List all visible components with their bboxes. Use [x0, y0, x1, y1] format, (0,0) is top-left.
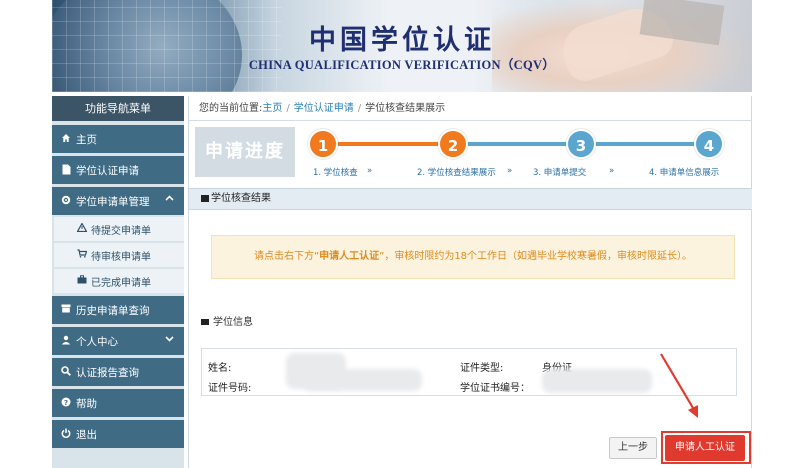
- sidebar-item-application-management[interactable]: 学位申请单管理: [52, 187, 184, 215]
- degree-info-title: 学位信息: [201, 313, 253, 328]
- breadcrumb-home-link[interactable]: 主页: [262, 103, 282, 114]
- result-section-header: 学位核查结果: [189, 188, 752, 210]
- sidebar-item-label: 个人中心: [76, 335, 118, 348]
- step-arrow: »: [367, 166, 373, 176]
- site-title: 中国学位认证: [309, 25, 495, 56]
- briefcase-icon: [76, 275, 88, 287]
- progress-title: 申请进度: [195, 127, 295, 177]
- comment-icon: [201, 195, 209, 202]
- degree-info-table: 姓名: 证件号码: 证件类型: 身份证 学位证书编号：: [201, 348, 737, 396]
- video-icon: [201, 319, 209, 325]
- id-type-label: 证件类型:: [460, 363, 504, 374]
- site-subtitle: CHINA QUALIFICATION VERIFICATION（CQV）: [248, 58, 556, 72]
- breadcrumb-current: 学位核查结果展示: [365, 103, 446, 114]
- breadcrumb-apply-link[interactable]: 学位认证申请: [294, 103, 354, 114]
- breadcrumb: 您的当前位置:主页 / 学位认证申请 / 学位核查结果展示: [189, 96, 752, 121]
- chevron-down-icon: [165, 334, 174, 346]
- redacted-id-number: [302, 369, 422, 391]
- certificate-number-label: 学位证书编号：: [460, 383, 530, 394]
- sidebar-subitem-pending-review[interactable]: 待审核申请单: [54, 243, 184, 267]
- warning-icon: [76, 222, 88, 235]
- help-icon: ?: [60, 397, 72, 409]
- id-number-label: 证件号码:: [208, 383, 252, 394]
- sidebar-item-label: 学位申请单管理: [76, 195, 150, 208]
- step-2-circle: 2: [438, 129, 468, 159]
- step-3-circle: 3: [566, 129, 596, 159]
- breadcrumb-separator: /: [286, 103, 290, 114]
- home-icon: [60, 133, 72, 145]
- sidebar-subitem-completed[interactable]: 已完成申请单: [54, 269, 184, 293]
- sidebar-item-label: 待审核申请单: [91, 251, 151, 263]
- sidebar-item-report-query[interactable]: 认证报告查询: [52, 358, 184, 386]
- notice-text: ”，审核时限约为18个工作日（如遇毕业学校寒暑假，审核时限延长）。: [379, 251, 693, 262]
- step-1-label: 1. 学位核查: [313, 168, 358, 178]
- name-label: 姓名:: [208, 363, 232, 374]
- main-content: 您的当前位置:主页 / 学位认证申请 / 学位核查结果展示 申请进度 1 2 3 4 1…: [188, 96, 752, 468]
- document-icon: [60, 164, 72, 176]
- cart-icon: [76, 249, 88, 261]
- sidebar: 功能导航菜单 主页 学位认证申请 学位申请单管理 待提交申请单 待审核申请单 已…: [52, 96, 184, 468]
- sidebar-item-help[interactable]: ? 帮助: [52, 389, 184, 417]
- degree-info-title-text: 学位信息: [213, 317, 253, 328]
- power-icon: [60, 428, 72, 440]
- sidebar-item-label: 已完成申请单: [91, 277, 151, 289]
- step-4-circle: 4: [694, 129, 724, 159]
- sidebar-item-label: 学位认证申请: [76, 164, 139, 177]
- progress-line-done: [323, 142, 453, 146]
- sidebar-header: 功能导航菜单: [52, 96, 184, 121]
- step-1-circle: 1: [308, 129, 338, 159]
- previous-step-button[interactable]: 上一步: [609, 437, 657, 459]
- result-section-title: 学位核查结果: [211, 193, 271, 204]
- svg-text:?: ?: [64, 399, 68, 407]
- archive-icon: [60, 304, 72, 316]
- sidebar-item-label: 待提交申请单: [91, 225, 151, 237]
- notice-banner: 请点击右下方“申请人工认证”，审核时限约为18个工作日（如遇毕业学校寒暑假，审核…: [211, 235, 735, 279]
- sidebar-item-logout[interactable]: 退出: [52, 420, 184, 448]
- sidebar-item-label: 帮助: [76, 397, 97, 410]
- sidebar-item-label: 认证报告查询: [76, 366, 139, 379]
- step-3-label: 3. 申请单提交: [533, 168, 587, 178]
- step-arrow: »: [507, 166, 513, 176]
- notice-highlight: 申请人工认证: [319, 251, 380, 262]
- apply-manual-verification-button[interactable]: 申请人工认证: [665, 435, 745, 461]
- search-icon: [60, 366, 72, 378]
- sidebar-item-home[interactable]: 主页: [52, 125, 184, 153]
- progress-tracker: 申请进度 1 2 3 4 1. 学位核查 » 2. 学位核查结果展示 » 3. …: [189, 123, 752, 183]
- notice-text: 请点击右下方“: [253, 251, 320, 262]
- site-banner: 中国学位认证 CHINA QUALIFICATION VERIFICATION（…: [52, 0, 752, 92]
- sidebar-item-label: 历史申请单查询: [76, 304, 150, 317]
- step-2-label: 2. 学位核查结果展示: [417, 168, 496, 178]
- step-arrow: »: [609, 166, 615, 176]
- breadcrumb-prefix: 您的当前位置:: [199, 103, 263, 114]
- sidebar-item-label: 主页: [76, 133, 97, 146]
- step-4-label: 4. 申请单信息展示: [649, 168, 720, 178]
- user-icon: [60, 335, 72, 347]
- chevron-up-icon: [165, 194, 174, 206]
- sidebar-item-personal-center[interactable]: 个人中心: [52, 327, 184, 355]
- redacted-certificate-number: [542, 369, 652, 393]
- sidebar-item-degree-apply[interactable]: 学位认证申请: [52, 156, 184, 184]
- sidebar-subitem-pending-submit[interactable]: 待提交申请单: [54, 217, 184, 241]
- breadcrumb-separator: /: [357, 103, 362, 114]
- sidebar-item-label: 退出: [76, 428, 97, 441]
- sidebar-item-history[interactable]: 历史申请单查询: [52, 296, 184, 324]
- gear-icon: [60, 195, 72, 207]
